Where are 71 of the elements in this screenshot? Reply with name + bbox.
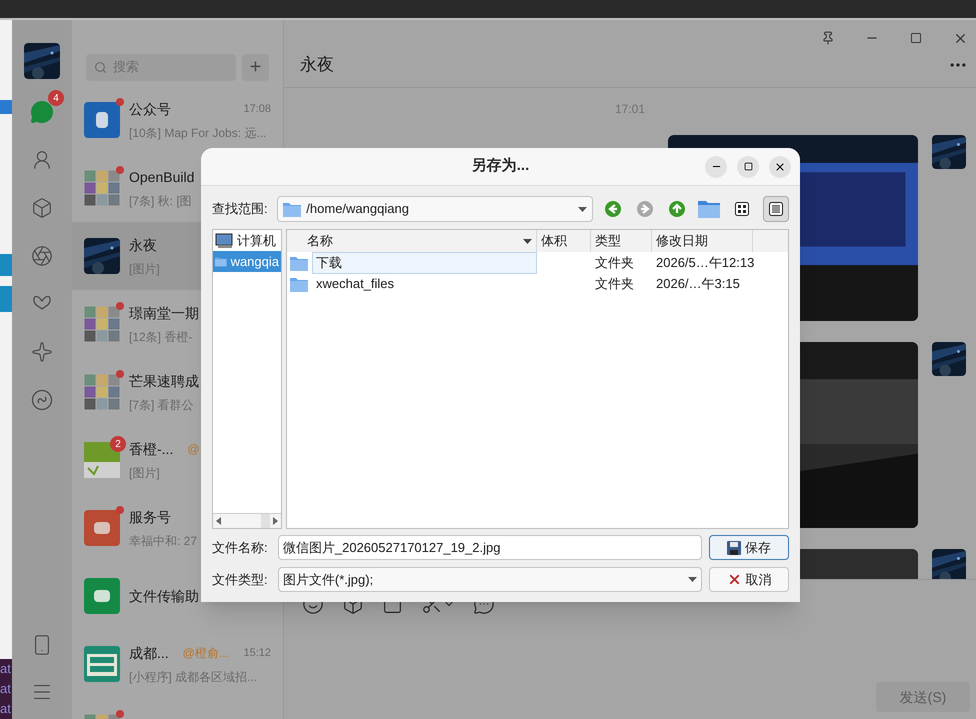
chat-preview: [7条] 秋: [图 [129, 192, 192, 210]
scrollbar-thumb[interactable] [261, 514, 270, 528]
list-icon [769, 202, 783, 216]
chat-preview: [10条] Map For Jobs: 远... [129, 124, 266, 142]
chat-list-item[interactable]: 芒果速聘成 [7条] 看群公 [72, 358, 283, 426]
save-button[interactable]: 保存 [709, 535, 789, 560]
chat-name: 成都... [129, 644, 169, 663]
text-fragment: at [0, 702, 12, 716]
text-fragment: at [0, 662, 12, 676]
chat-list-item[interactable]: 公众号 17:08 [10条] Map For Jobs: 远... [72, 86, 283, 154]
maximize-icon [744, 162, 752, 171]
unread-badge: 2 [110, 436, 126, 452]
dropdown-arrow-icon [578, 206, 587, 212]
file-type: 文件夹 [594, 254, 635, 272]
file-name: 下载 [312, 252, 537, 274]
chat-name: OpenBuild [129, 168, 194, 187]
filename-field[interactable]: 微信图片_20260527170127_19_2.jpg [278, 535, 702, 560]
chat-preview: [12条] 香橙- [129, 328, 192, 346]
chat-list-item[interactable]: 璟南堂一期 [12条] 香橙- [72, 290, 283, 358]
dialog-title: 另存为... [472, 156, 530, 176]
filename-label: 文件名称: [212, 538, 269, 557]
chat-name: 芒果速聘成 [129, 372, 199, 391]
filetype-label: 文件类型: [212, 570, 269, 589]
grid-icon [735, 202, 749, 216]
look-in-combo[interactable]: /home/wangqiang [277, 196, 593, 222]
place-item[interactable]: 计算机 [213, 230, 281, 251]
computer-icon [215, 232, 233, 248]
file-date: 2026/…午3:15 [655, 275, 741, 294]
file-row[interactable]: 下载 文件夹 2026/5…午12:13 [287, 253, 788, 273]
chat-time: 17:08 [243, 102, 271, 117]
chat-name: 公众号 [129, 100, 171, 119]
chat-list-item[interactable]: 成都... @橙俞... 15:12 [小程序] 成都各区域招... [72, 630, 283, 698]
maximize-button[interactable] [737, 156, 759, 178]
column-header[interactable]: 类型 [591, 230, 652, 252]
mention-tag: @ [187, 440, 200, 458]
chat-preview: [7条] 看群公 [129, 396, 194, 414]
sort-arrow-icon [523, 238, 532, 244]
look-in-label: 查找范围: [212, 200, 269, 218]
chat-preview: [小程序] 成都各区域招... [129, 668, 258, 686]
file-date: 2026/5…午12:13 [655, 254, 753, 272]
file-type: 文件夹 [594, 275, 635, 294]
search-icon [94, 60, 107, 74]
highlight-bar [0, 254, 12, 276]
chat-name: 服务号 [129, 508, 171, 527]
close-button[interactable] [769, 156, 791, 178]
dropdown-arrow-icon [688, 577, 698, 582]
chat-preview: 幸福中和: 27 [129, 532, 198, 550]
chat-name: 璟南堂一期 [129, 304, 199, 323]
chat-name: 香橙-... [129, 440, 174, 459]
chat-name: 永夜 [129, 236, 157, 255]
column-header[interactable]: 体积 [537, 230, 591, 252]
column-header[interactable]: 修改日期 [652, 230, 753, 252]
left-arrow-icon [216, 517, 221, 525]
chat-name: 文件传输助 [129, 586, 199, 606]
mention-tag: @橙俞... [182, 644, 229, 662]
chat-title: 永夜 [300, 54, 334, 76]
close-icon [774, 160, 786, 172]
text-fragment: at [0, 682, 12, 696]
chat-list-item[interactable]: 2 香橙-... @ [图片] [72, 426, 283, 494]
horizontal-scrollbar[interactable] [213, 513, 281, 528]
chat-preview: [图片] [129, 464, 160, 482]
right-arrow-icon [273, 517, 278, 525]
file-name: xwechat_files [315, 275, 396, 294]
chat-time: 15:12 [243, 646, 271, 661]
detail-view-button[interactable] [763, 196, 789, 222]
unread-badge: 4 [48, 90, 64, 106]
file-row[interactable]: xwechat_files 文件夹 2026/…午3:15 [287, 274, 788, 294]
highlight-bar [0, 100, 12, 114]
highlight-bar [0, 286, 12, 312]
filetype-combo[interactable]: 图片文件(*.jpg); [278, 567, 702, 592]
cancel-button[interactable]: 取消 [709, 567, 789, 592]
